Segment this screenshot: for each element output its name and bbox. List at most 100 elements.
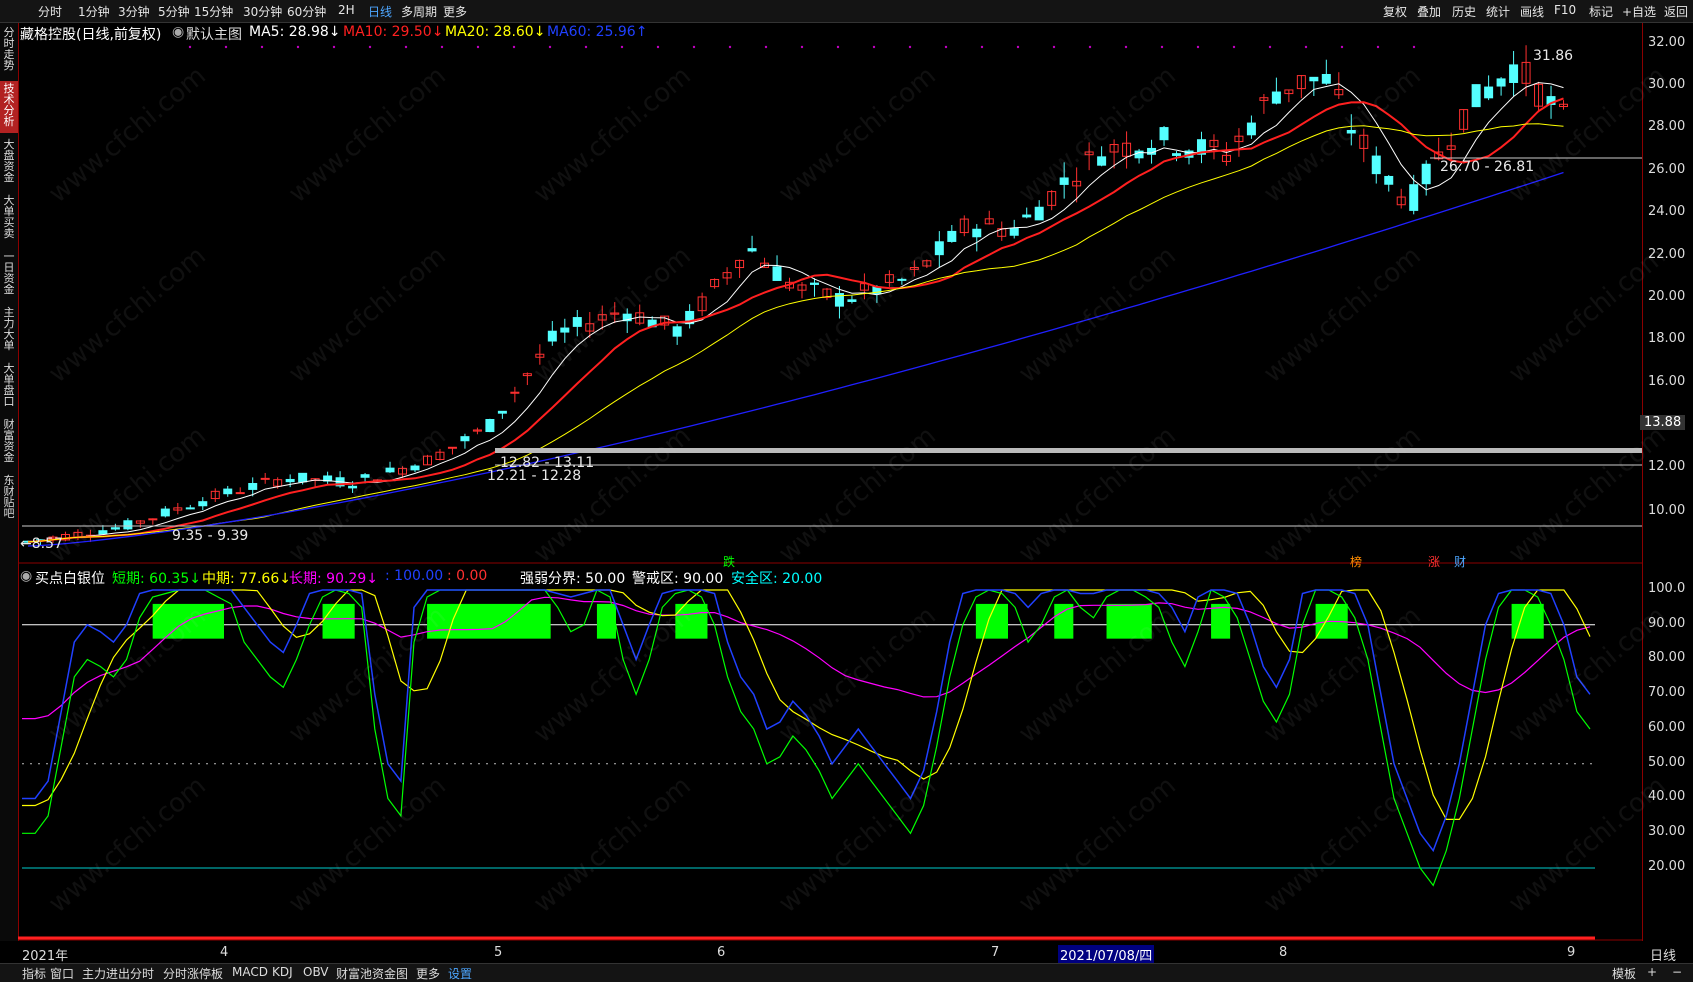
signal-dot [584,45,588,49]
osc-axis-label-8: 20.00 [1648,859,1686,874]
bottom-tab-3[interactable]: 分时涨停板 [163,965,223,982]
candle-body [185,507,195,510]
price-axis-label-4: 24.00 [1648,204,1686,219]
candle-body [1496,78,1506,87]
candle-body [1159,127,1169,141]
candle-body [1009,227,1019,236]
signal-dot [188,45,192,49]
signal-dot [1124,45,1128,49]
event-rise-marker[interactable]: 涨 [1428,553,1440,570]
candle-body [460,436,470,442]
trend-top-line [22,589,1591,853]
price-axis-label-9: 13.88 [1640,415,1686,430]
candle-body [1271,91,1281,104]
range-annotation-3: 12.82 - 13.11 [500,455,595,471]
x-label-apr: 4 [220,945,229,960]
candle-body [1384,175,1394,185]
bottom-tab-9[interactable]: 设置 [448,965,472,982]
candle-body [198,501,208,507]
candle-body [934,241,944,256]
price-axis-label-2: 28.00 [1648,119,1686,134]
ma20-line [27,123,1564,543]
signal-dot [944,45,948,49]
event-list-marker[interactable]: 榜 [1350,553,1362,570]
buy-zone-block [1211,603,1231,639]
signal-dot [1268,45,1272,49]
candle-body [1321,73,1331,84]
low-annotation: ←8.57 [20,536,63,552]
bottom-tab-7[interactable]: 财富池资金图 [336,965,408,982]
long-term-line [22,596,1591,720]
signal-dot [260,45,264,49]
signal-dot [404,45,408,49]
candle-body [809,282,819,285]
kline-chart[interactable] [0,0,1693,981]
candle-body [1421,163,1431,185]
candle-body [1022,214,1032,218]
signal-dot [656,45,660,49]
candle-body [260,477,270,480]
bottom-tab-5[interactable]: KDJ [272,965,293,979]
ma60-line [27,171,1564,547]
event-fall-marker[interactable]: 跌 [723,553,735,570]
bottom-tab-1[interactable]: 窗口 [50,965,74,982]
price-axis-label-7: 18.00 [1648,331,1686,346]
bottom-right-1[interactable]: + [1647,965,1657,979]
price-axis-label-10: 12.00 [1648,459,1686,474]
candle-body [360,474,370,478]
buy-zone-block [427,603,551,639]
x-label-jun: 6 [717,945,726,960]
event-finance-marker[interactable]: 财 [1454,553,1466,570]
candle-body [298,472,308,483]
short-term-line [22,589,1591,887]
candle-body [235,492,245,495]
bottom-tab-8[interactable]: 更多 [416,965,440,982]
bottom-right-0[interactable]: 模板 [1612,965,1636,982]
bottom-tab-4[interactable]: MACD [232,965,268,979]
price-axis-label-11: 10.00 [1648,503,1686,518]
signal-dot [764,45,768,49]
candle-body [485,419,495,433]
candle-body [572,317,582,327]
candle-body [1059,177,1069,185]
signal-dot [1232,45,1236,49]
signal-dot [1196,45,1200,49]
candle-body [972,228,982,238]
signal-dot [1376,45,1380,49]
candle-body [947,230,957,242]
candles [23,45,1569,546]
candle-body [497,410,507,414]
range-annotation-1: 9.35 - 9.39 [172,528,249,544]
price-axis-label-1: 30.00 [1648,77,1686,92]
ma5-line [27,82,1564,543]
x-label-aug: 8 [1279,945,1288,960]
candle-body [772,266,782,281]
candle-body [285,478,295,483]
candle-body [1484,86,1494,99]
osc-axis-label-2: 80.00 [1648,650,1686,665]
signal-dot [908,45,912,49]
osc-axis-label-7: 30.00 [1648,824,1686,839]
range-annotation-4: 26.70 - 26.81 [1440,159,1535,175]
signal-dot [872,45,876,49]
candle-body [560,327,570,333]
candle-body [385,467,395,473]
buy-zone-block [322,603,355,639]
bottom-right-2[interactable]: − [1672,965,1682,979]
osc-axis-label-0: 100.0 [1648,581,1686,596]
x-label-may: 5 [494,945,503,960]
bottom-tab-6[interactable]: OBV [303,965,329,979]
candle-body [447,446,457,449]
candle-body [160,508,170,517]
candle-body [897,278,907,281]
candle-body [1371,155,1381,175]
osc-axis-label-5: 50.00 [1648,755,1686,770]
bottom-tab-2[interactable]: 主力进出分时 [82,965,154,982]
bottom-tab-0[interactable]: 指标 [22,965,46,982]
candle-body [348,485,358,489]
bottom-toolbar: 指标 窗口 主力进出分时 分时涨停板 MACD KDJ OBV 财富池资金图 更多 设置 模板 + − [0,963,1693,982]
signal-dot [368,45,372,49]
osc-axis-label-1: 90.00 [1648,616,1686,631]
high-annotation: 31.86 [1533,48,1574,64]
candle-body [410,465,420,471]
